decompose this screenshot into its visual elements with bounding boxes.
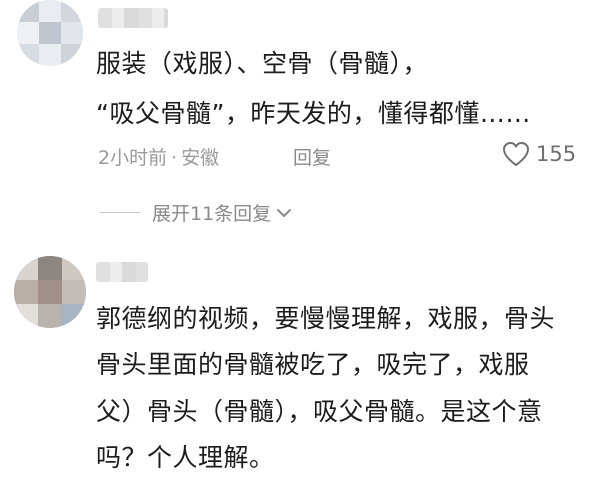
expand-replies-button[interactable]: 展开11条回复	[100, 199, 293, 226]
comment-item-2: 郭德纲的视频，要慢慢理解，戏服，骨头 骨头里面的骨髓被吃了，吸完了，戏服 父）骨…	[0, 240, 600, 481]
username-blurred[interactable]	[96, 262, 148, 282]
comment-meta: 2小时前 · 安徽	[98, 143, 219, 170]
heart-outline-icon	[503, 142, 529, 166]
comment-text-line: “吸父骨髓”，昨天发的，懂得都懂……	[96, 99, 531, 128]
comment-text-line: 父）骨头（骨髓），吸父骨髓。是这个意	[96, 397, 543, 426]
reply-button[interactable]: 回复	[293, 143, 331, 170]
comment-item-1: 服装（戏服）、空骨（骨髓）， “吸父骨髓”，昨天发的，懂得都懂…… 2小时前 · 安…	[0, 0, 600, 240]
avatar[interactable]	[17, 0, 83, 66]
username-blurred[interactable]	[98, 8, 168, 28]
comment-text-line: 骨头里面的骨髓被吃了，吸完了，戏服	[96, 350, 530, 379]
expand-replies-label: 展开11条回复	[152, 203, 272, 225]
comment-text-line: 服装（戏服）、空骨（骨髓），	[96, 49, 429, 78]
like-count: 155	[536, 142, 577, 166]
divider	[100, 212, 140, 213]
like-button[interactable]: 155	[502, 141, 576, 167]
chevron-down-icon	[277, 208, 292, 217]
comment-text-line: 吗？个人理解。	[96, 443, 275, 472]
comment-time: 2小时前	[98, 147, 168, 169]
avatar[interactable]	[14, 256, 86, 328]
comment-location: 安徽	[181, 147, 220, 169]
comment-text-line: 郭德纲的视频，要慢慢理解，戏服，骨头	[96, 304, 556, 333]
meta-separator: ·	[171, 147, 178, 169]
